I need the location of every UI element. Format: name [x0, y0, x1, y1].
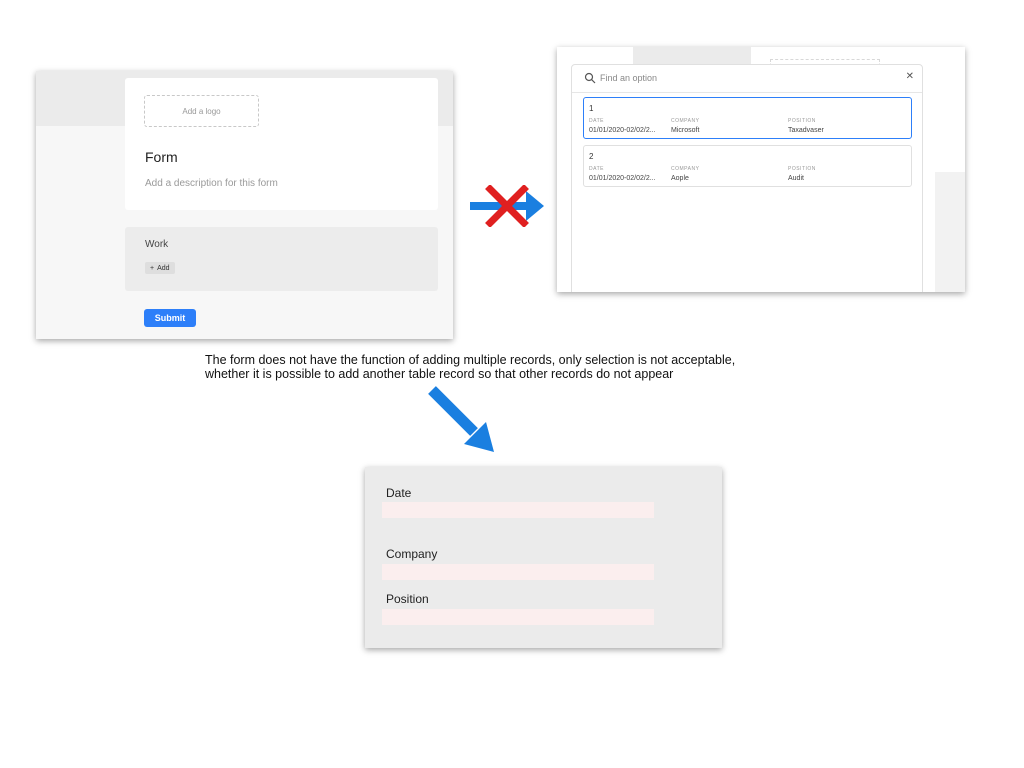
option-company-column: COMPANY Microsoft — [671, 118, 699, 134]
column-header-company: COMPANY — [671, 166, 700, 172]
column-header-date: DATE — [589, 118, 604, 124]
position-label: Position — [386, 592, 429, 606]
option-number: 2 — [589, 152, 594, 161]
explanation-note: The form does not have the function of a… — [205, 353, 845, 381]
option-number: 1 — [589, 104, 594, 113]
work-field-section: Work + Add — [125, 227, 438, 291]
option-position-column: POSITION Taxadvaser — [788, 118, 824, 134]
option-company-column: COMPANY Aople — [671, 166, 699, 182]
position-field[interactable] — [382, 609, 654, 625]
column-header-position: POSITION — [788, 118, 816, 124]
crossed-arrow-icon — [470, 185, 544, 227]
option-position-column: POSITION Audit — [788, 166, 816, 182]
column-header-position: POSITION — [788, 166, 816, 172]
close-icon[interactable]: ✕ — [906, 71, 914, 82]
proposed-form-mock: Date Company Position — [365, 467, 722, 648]
option-position: Audit — [788, 175, 804, 182]
option-date: 01/01/2020-02/02/2... — [589, 175, 656, 182]
column-header-company: COMPANY — [671, 118, 700, 124]
record-picker-screenshot: ✕ 1 DATE 01/01/2020-02/02/2... COMPANY M… — [557, 47, 965, 292]
search-input[interactable] — [600, 71, 880, 85]
option-company: Microsoft — [671, 127, 700, 134]
column-header-date: DATE — [589, 166, 604, 172]
option-record-1[interactable]: 1 DATE 01/01/2020-02/02/2... COMPANY Mic… — [583, 97, 912, 139]
work-field-label: Work — [145, 239, 169, 250]
background-block — [935, 172, 965, 292]
search-icon — [584, 72, 596, 84]
down-arrow-icon — [428, 386, 494, 452]
company-label: Company — [386, 547, 438, 561]
company-field[interactable] — [382, 564, 654, 580]
option-record-2[interactable]: 2 DATE 01/01/2020-02/02/2... COMPANY Aop… — [583, 145, 912, 187]
record-picker-panel: ✕ 1 DATE 01/01/2020-02/02/2... COMPANY M… — [571, 64, 923, 292]
note-line-2: whether it is possible to add another ta… — [205, 367, 674, 381]
option-position: Taxadvaser — [788, 127, 824, 134]
add-logo-button[interactable]: Add a logo — [144, 95, 259, 127]
form-description[interactable]: Add a description for this form — [145, 178, 278, 189]
search-row: ✕ — [572, 65, 922, 93]
submit-button[interactable]: Submit — [144, 309, 196, 327]
form-screenshot: Add a logo Form Add a description for th… — [36, 71, 453, 339]
add-record-label: Add — [157, 264, 170, 272]
date-label: Date — [386, 486, 412, 500]
date-field[interactable] — [382, 502, 654, 518]
form-title[interactable]: Form — [145, 149, 178, 165]
note-line-1: The form does not have the function of a… — [205, 353, 736, 367]
option-company: Aople — [671, 175, 689, 182]
form-card: Add a logo Form Add a description for th… — [125, 78, 438, 210]
plus-icon: + — [150, 264, 155, 272]
option-date-column: DATE 01/01/2020-02/02/2... — [589, 118, 656, 134]
option-date-column: DATE 01/01/2020-02/02/2... — [589, 166, 656, 182]
add-record-button[interactable]: + Add — [145, 262, 175, 274]
option-date: 01/01/2020-02/02/2... — [589, 127, 656, 134]
